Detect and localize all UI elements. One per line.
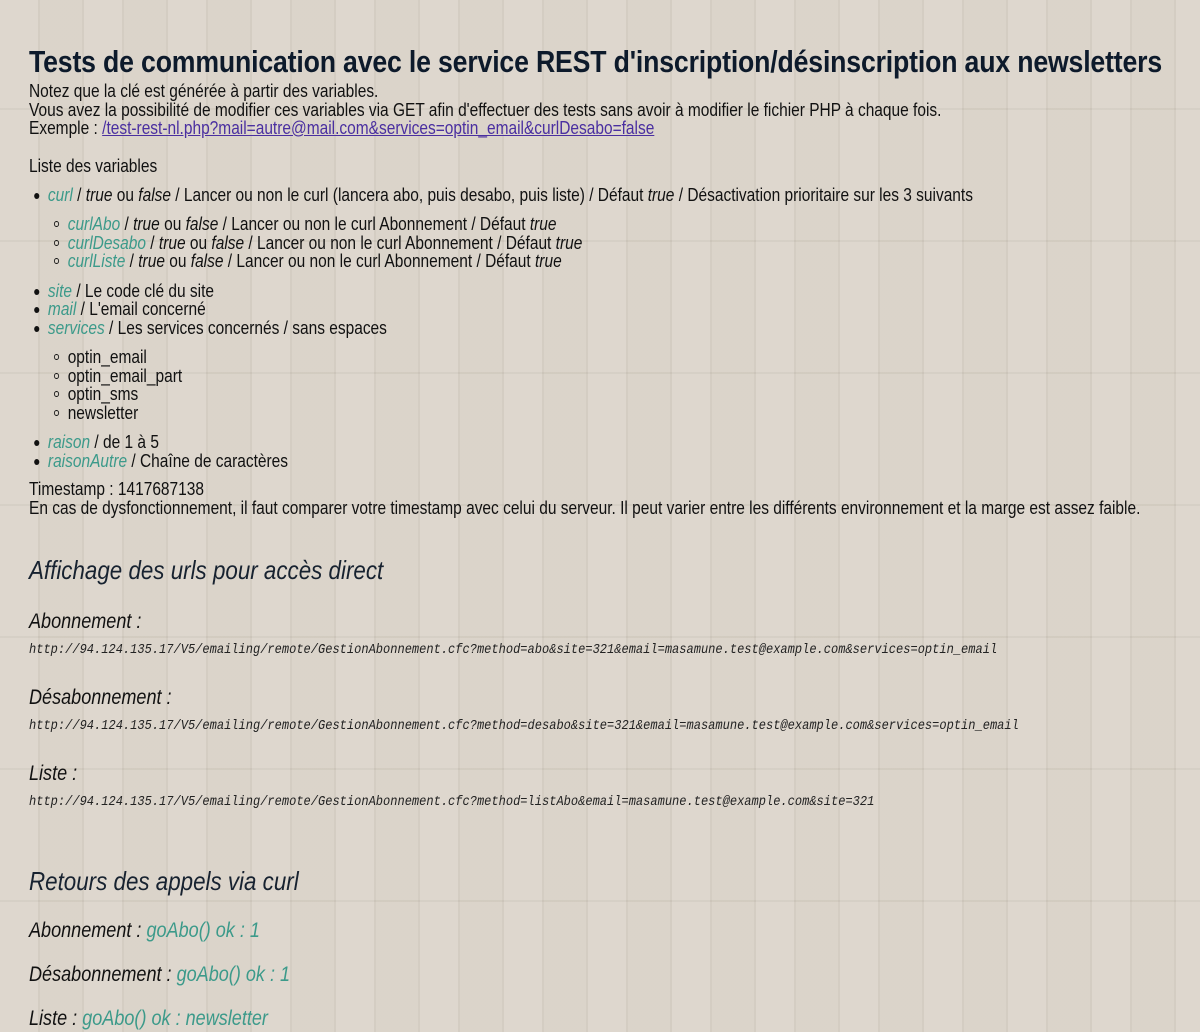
curl-abo-value: goAbo() ok : 1 bbox=[146, 919, 260, 942]
value-false: false bbox=[190, 251, 224, 271]
variable-name: curlDesabo bbox=[67, 232, 147, 253]
connector: ou bbox=[159, 214, 186, 234]
liste-url-label: Liste : bbox=[29, 762, 78, 785]
default-value: true bbox=[529, 214, 557, 234]
intro-line-get: Vous avez la possibilité de modifier ces… bbox=[29, 99, 942, 120]
variable-description: / Lancer ou non le curl (lancera abo, pu… bbox=[171, 184, 648, 205]
variable-name: raisonAutre bbox=[47, 450, 128, 471]
variable-curlListe: curlListe / true ou false / Lancer ou no… bbox=[53, 251, 1011, 271]
default-value: true bbox=[535, 251, 562, 271]
variable-mail: mail / L'email concerné bbox=[34, 299, 1011, 319]
separator: / bbox=[125, 251, 139, 271]
variable-raisonAutre: raisonAutre / Chaîne de caractères bbox=[34, 450, 1011, 471]
value-true: true bbox=[138, 251, 165, 271]
curl-abo-result: Abonnement : goAbo() ok : 1 bbox=[29, 919, 1011, 943]
example-label: Exemple : bbox=[29, 118, 103, 138]
separator: / bbox=[120, 214, 134, 234]
timestamp-line: Timestamp : 1417687138 bbox=[29, 479, 204, 499]
value-false: false bbox=[138, 184, 172, 205]
separator: / bbox=[72, 184, 86, 205]
page-content: Tests de communication avec le service R… bbox=[0, 0, 1171, 1031]
variable-name: raison bbox=[47, 432, 91, 452]
variable-name: curlAbo bbox=[67, 214, 121, 234]
variable-raison: raison / de 1 à 5 bbox=[34, 432, 1011, 452]
value-false: false bbox=[185, 214, 219, 234]
value-true: true bbox=[85, 184, 113, 205]
example-link[interactable]: /test-rest-nl.php?mail=autre@mail.com&se… bbox=[102, 118, 654, 138]
service-item: optin_email bbox=[53, 348, 1011, 367]
variable-name: curlListe bbox=[67, 251, 126, 271]
intro-text: Notez que la clé est générée à partir de… bbox=[29, 82, 1011, 138]
variable-description: / Chaîne de caractères bbox=[127, 450, 289, 471]
liste-url-block: Liste : http://94.124.135.17/V5/emailing… bbox=[29, 762, 1011, 810]
value-false: false bbox=[211, 232, 245, 253]
variable-description: / L'email concerné bbox=[76, 299, 206, 319]
curl-desabo-label: Désabonnement : bbox=[29, 963, 177, 986]
intro-line-key: Notez que la clé est générée à partir de… bbox=[29, 81, 379, 101]
variable-name: services bbox=[47, 317, 105, 338]
variable-name: mail bbox=[47, 299, 77, 319]
timestamp-block: Timestamp : 1417687138 En cas de dysfonc… bbox=[29, 479, 1141, 518]
curl-liste-result: Liste : goAbo() ok : newsletter bbox=[29, 1007, 1011, 1031]
service-item: optin_email_part bbox=[53, 366, 1011, 386]
page-title: Tests de communication avec le service R… bbox=[29, 44, 1163, 79]
desabo-url-block: Désabonnement : http://94.124.135.17/V5/… bbox=[29, 686, 1019, 734]
variables-title: Liste des variables bbox=[29, 155, 158, 176]
variable-description: / Lancer ou non le curl Abonnement / Déf… bbox=[223, 251, 536, 271]
intro-example: Exemple : /test-rest-nl.php?mail=autre@m… bbox=[29, 119, 1011, 138]
separator: / bbox=[146, 232, 159, 253]
liste-url: http://94.124.135.17/V5/emailing/remote/… bbox=[29, 794, 875, 810]
variable-name: site bbox=[47, 280, 73, 301]
service-item: optin_sms bbox=[53, 385, 1011, 404]
variable-description: / Lancer ou non le curl Abonnement / Déf… bbox=[218, 214, 530, 234]
value-true: true bbox=[133, 214, 160, 234]
variable-curl: curl / true ou false / Lancer ou non le … bbox=[34, 184, 1011, 271]
desabo-url-label: Désabonnement : bbox=[29, 686, 172, 709]
variable-services: services / Les services concernés / sans… bbox=[34, 317, 1011, 423]
curl-abo-label: Abonnement : bbox=[29, 919, 147, 942]
timestamp-note: En cas de dysfonctionnement, il faut com… bbox=[29, 497, 1141, 518]
variable-curlDesabo: curlDesabo / true ou false / Lancer ou n… bbox=[53, 232, 1011, 253]
value-true: true bbox=[158, 232, 186, 253]
variable-site: site / Le code clé du site bbox=[34, 280, 1011, 301]
variable-curlAbo: curlAbo / true ou false / Lancer ou non … bbox=[53, 214, 1011, 234]
abo-url-block: Abonnement : http://94.124.135.17/V5/ema… bbox=[29, 610, 1011, 658]
variable-name: curl bbox=[47, 184, 73, 205]
curl-liste-value: goAbo() ok : newsletter bbox=[82, 1007, 268, 1030]
variable-note: / Désactivation prioritaire sur les 3 su… bbox=[674, 184, 973, 205]
variable-description: / Le code clé du site bbox=[72, 280, 215, 301]
desabo-url: http://94.124.135.17/V5/emailing/remote/… bbox=[29, 718, 1019, 734]
connector: ou bbox=[185, 232, 212, 253]
connector: ou bbox=[164, 251, 191, 271]
default-value: true bbox=[555, 232, 583, 253]
variables-list: curl / true ou false / Lancer ou non le … bbox=[29, 184, 1011, 471]
urls-heading: Affichage des urls pour accès direct bbox=[29, 555, 384, 585]
variable-description: / Lancer ou non le curl Abonnement / Déf… bbox=[244, 232, 556, 253]
service-item: newsletter bbox=[53, 403, 1011, 423]
services-sub-list: optin_email optin_email_part optin_sms n… bbox=[48, 348, 1011, 422]
default-value: true bbox=[647, 184, 675, 205]
abo-url-label: Abonnement : bbox=[29, 610, 142, 633]
curl-desabo-value: goAbo() ok : 1 bbox=[176, 963, 291, 986]
connector: ou bbox=[112, 184, 139, 205]
variable-description: / Les services concernés / sans espaces bbox=[104, 317, 387, 338]
abo-url: http://94.124.135.17/V5/emailing/remote/… bbox=[29, 642, 998, 658]
variable-description: / de 1 à 5 bbox=[90, 432, 159, 452]
content-wrapper: Tests de communication avec le service R… bbox=[29, 0, 1163, 1031]
curl-desabo-result: Désabonnement : goAbo() ok : 1 bbox=[29, 963, 1011, 987]
curl-heading: Retours des appels via curl bbox=[29, 866, 299, 896]
curl-liste-label: Liste : bbox=[29, 1007, 83, 1030]
curl-sub-list: curlAbo / true ou false / Lancer ou non … bbox=[48, 215, 1011, 271]
